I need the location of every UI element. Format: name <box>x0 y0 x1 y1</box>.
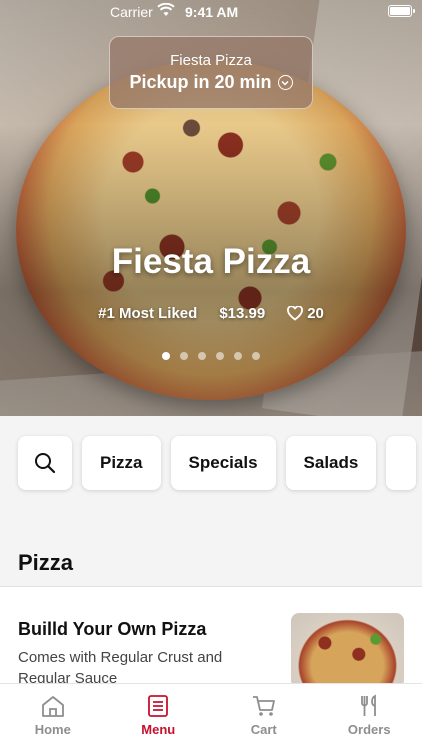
orders-icon <box>361 694 377 716</box>
tab-bar: Home Menu Cart Orders <box>0 683 422 750</box>
search-button[interactable] <box>18 436 72 490</box>
category-chips: Pizza Specials Salads <box>18 436 417 490</box>
tab-orders-label: Orders <box>347 722 391 737</box>
carousel-dot[interactable] <box>198 352 206 360</box>
tab-home[interactable]: Home <box>0 684 106 750</box>
pickup-time-row: Pickup in 20 min <box>110 72 312 93</box>
menu-item-name: Builld Your Own Pizza <box>18 619 207 639</box>
hero-likes: 20 <box>287 305 324 322</box>
tab-cart[interactable]: Cart <box>211 684 317 750</box>
tab-menu-label: Menu <box>141 722 176 737</box>
hero-title: Fiesta Pizza <box>111 242 311 281</box>
carousel-dot[interactable] <box>234 352 242 360</box>
tab-menu[interactable]: Menu <box>106 684 212 750</box>
pickup-time-label: Pickup in 20 min <box>129 72 272 92</box>
tab-orders[interactable]: Orders <box>317 684 422 750</box>
status-bar: Carrier 9:41 AM <box>0 0 422 24</box>
pickup-store-name: Fiesta Pizza <box>170 52 252 69</box>
carousel-dots[interactable] <box>0 352 422 360</box>
hero-price: $13.99 <box>219 305 266 322</box>
menu-icon <box>148 695 169 717</box>
chip-specials[interactable]: Specials <box>170 436 276 490</box>
search-icon <box>35 453 56 474</box>
chip-next-partial[interactable] <box>386 436 417 490</box>
hero-banner[interactable]: Carrier 9:41 AM Fiesta Pizza Pickup in 2… <box>0 0 422 416</box>
hero-meta: #1 Most Liked $13.99 20 <box>0 305 422 322</box>
carousel-dot[interactable] <box>252 352 260 360</box>
heart-icon <box>287 306 304 321</box>
tab-cart-label: Cart <box>250 722 277 737</box>
carousel-dot[interactable] <box>216 352 224 360</box>
tab-home-label: Home <box>34 722 71 737</box>
wifi-icon <box>157 3 175 16</box>
status-carrier: Carrier <box>110 4 153 20</box>
battery-icon <box>388 5 415 17</box>
cart-icon <box>252 696 275 716</box>
hero-rank: #1 Most Liked <box>98 305 198 322</box>
pickup-selector[interactable]: Fiesta Pizza Pickup in 20 min <box>109 36 313 109</box>
home-icon <box>41 696 64 717</box>
carousel-dot[interactable] <box>180 352 188 360</box>
menu-item-thumbnail[interactable] <box>291 613 404 688</box>
status-time: 9:41 AM <box>185 4 239 20</box>
chip-salads[interactable]: Salads <box>285 436 377 490</box>
hero-likes-count: 20 <box>307 305 324 322</box>
carousel-dot[interactable] <box>162 352 170 360</box>
chevron-down-icon <box>277 75 293 90</box>
chip-pizza[interactable]: Pizza <box>82 436 161 490</box>
section-title: Pizza <box>18 550 74 575</box>
